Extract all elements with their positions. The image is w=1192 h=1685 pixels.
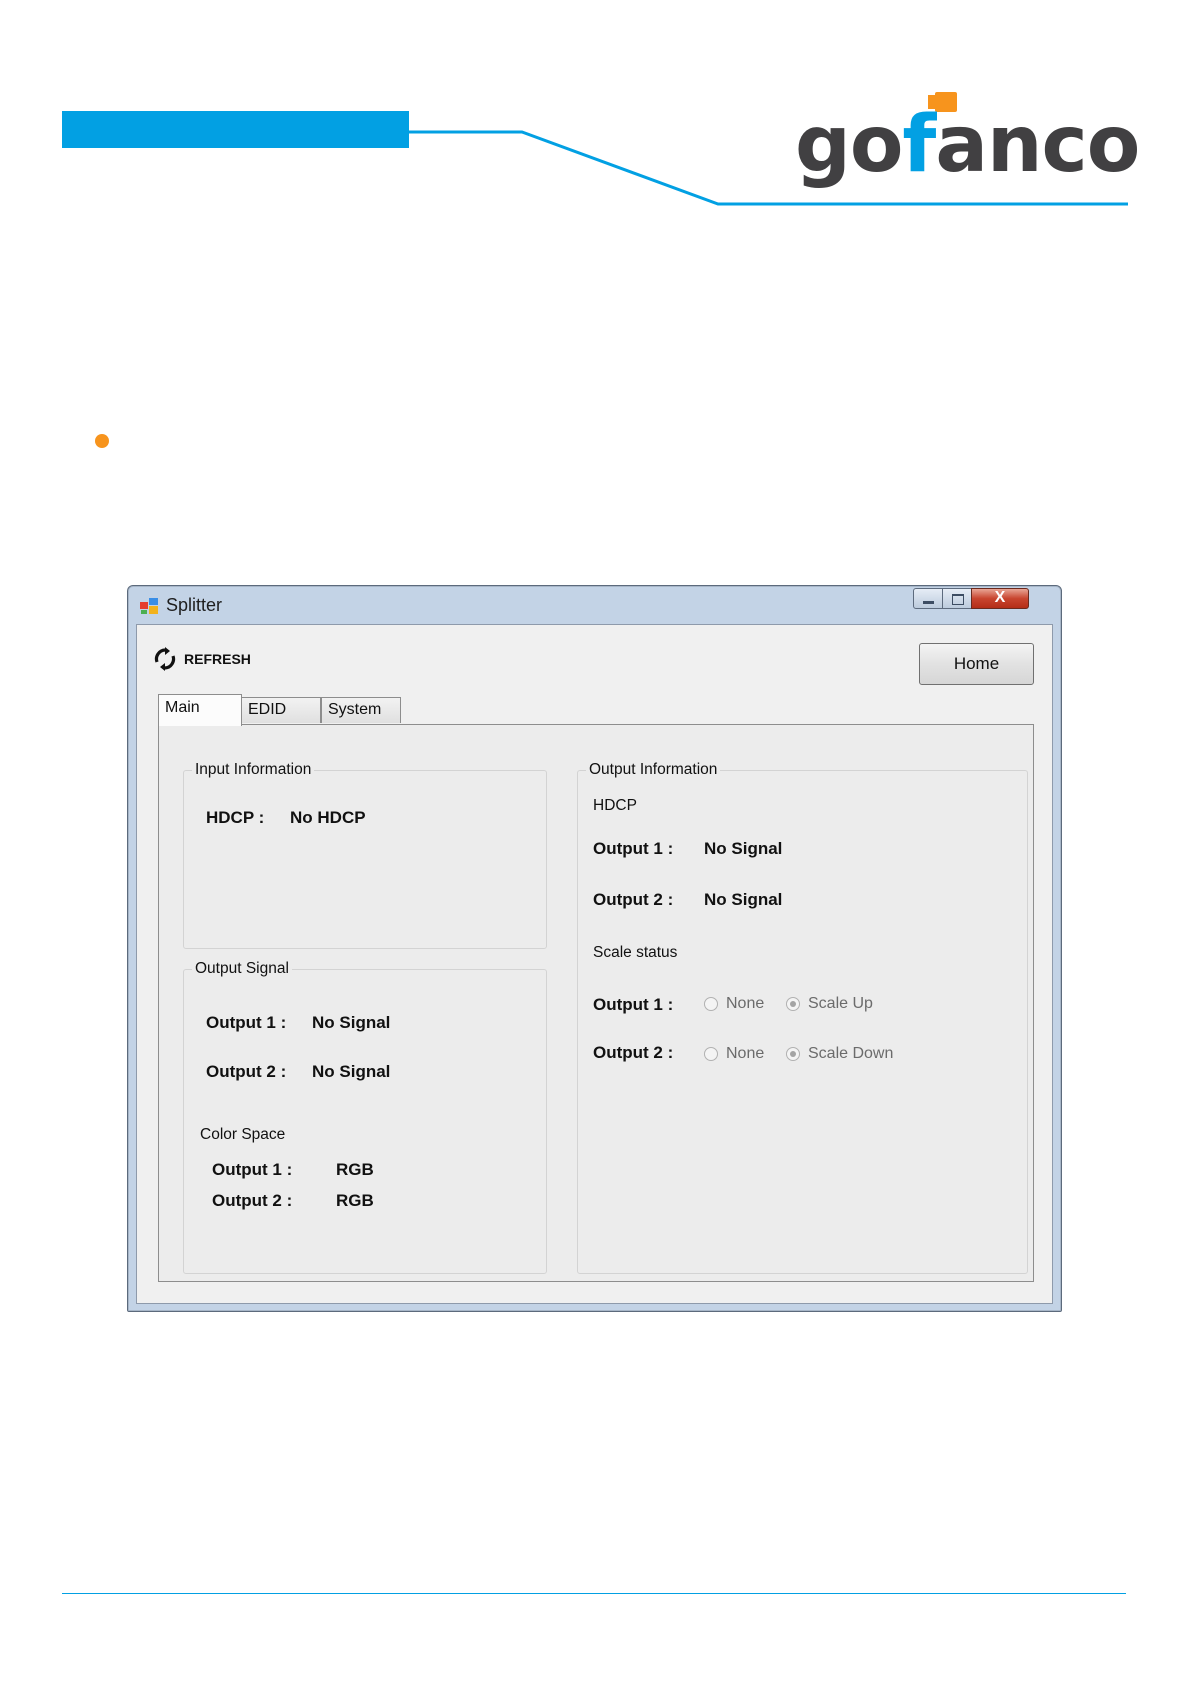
logo-text: gofanco xyxy=(795,100,1140,190)
scale-2-scale-down-radio[interactable]: Scale Down xyxy=(786,1045,893,1063)
radio-circle-icon xyxy=(704,997,718,1011)
scale-1-label: Output 1 : xyxy=(593,995,674,1014)
app-icon xyxy=(140,598,158,614)
color-space-title: Color Space xyxy=(200,1126,286,1143)
color-space-2-value: RGB xyxy=(336,1191,374,1210)
footer-divider xyxy=(62,1593,1126,1594)
input-information-title: Input Information xyxy=(192,761,315,779)
output-information-group: Output Information HDCP Output 1 : No Si… xyxy=(577,761,1028,1274)
home-button[interactable]: Home xyxy=(919,643,1034,685)
window-client-area: REFRESH Home Main EDID System Input Info… xyxy=(136,624,1053,1304)
color-space-1-label: Output 1 : xyxy=(212,1160,293,1179)
refresh-label: REFRESH xyxy=(184,651,251,667)
color-space-1-value: RGB xyxy=(336,1160,374,1179)
tab-edid[interactable]: EDID xyxy=(241,697,321,723)
splitter-window: Splitter X REFRESH Home Main EDID System… xyxy=(127,585,1062,1312)
minimize-icon xyxy=(923,601,934,604)
color-space-2-label: Output 2 : xyxy=(212,1191,293,1210)
bullet-dot-icon xyxy=(95,434,109,448)
refresh-button[interactable]: REFRESH xyxy=(154,647,251,671)
radio-selected-icon xyxy=(786,1047,800,1061)
tab-main[interactable]: Main xyxy=(158,694,242,726)
output-signal-2-label: Output 2 : xyxy=(206,1062,287,1081)
output-hdcp-1-label: Output 1 : xyxy=(593,839,674,858)
maximize-icon xyxy=(952,594,964,605)
logo-f: f xyxy=(902,100,936,190)
window-title: Splitter xyxy=(166,595,223,615)
radio-selected-icon xyxy=(786,997,800,1011)
header-accent-bar xyxy=(62,111,409,148)
scale-2-none-label: None xyxy=(726,1045,765,1062)
scale-1-scale-up-radio[interactable]: Scale Up xyxy=(786,995,873,1013)
output-information-title: Output Information xyxy=(586,761,721,779)
input-information-group: Input Information HDCP : No HDCP xyxy=(183,761,547,949)
scale-1-none-label: None xyxy=(726,995,765,1012)
close-icon: X xyxy=(994,589,1006,606)
output-hdcp-2-label: Output 2 : xyxy=(593,890,674,909)
radio-circle-icon xyxy=(704,1047,718,1061)
input-hdcp-label: HDCP : xyxy=(206,808,265,827)
tab-system[interactable]: System xyxy=(321,697,401,723)
output-signal-1-value: No Signal xyxy=(312,1013,391,1032)
scale-1-none-radio[interactable]: None xyxy=(704,995,764,1013)
maximize-button[interactable] xyxy=(942,588,972,609)
brand-logo: gofanco xyxy=(795,92,1140,190)
output-hdcp-title: HDCP xyxy=(593,797,637,814)
main-tab-panel: Input Information HDCP : No HDCP Output … xyxy=(158,724,1034,1282)
minimize-button[interactable] xyxy=(913,588,943,609)
close-button[interactable]: X xyxy=(971,588,1029,609)
output-hdcp-1-value: No Signal xyxy=(704,839,783,858)
input-hdcp-value: No HDCP xyxy=(290,808,366,827)
scale-2-scale-down-label: Scale Down xyxy=(808,1045,894,1062)
scale-2-label: Output 2 : xyxy=(593,1043,674,1062)
scale-1-scale-up-label: Scale Up xyxy=(808,995,873,1012)
window-titlebar[interactable]: Splitter X xyxy=(128,586,1061,624)
refresh-icon xyxy=(154,647,176,671)
output-signal-group: Output Signal Output 1 : No Signal Outpu… xyxy=(183,960,547,1274)
output-signal-1-label: Output 1 : xyxy=(206,1013,287,1032)
logo-anco: anco xyxy=(935,100,1140,190)
scale-status-title: Scale status xyxy=(593,944,678,961)
output-signal-title: Output Signal xyxy=(192,960,292,978)
output-signal-2-value: No Signal xyxy=(312,1062,391,1081)
logo-go: go xyxy=(795,100,903,190)
scale-2-none-radio[interactable]: None xyxy=(704,1045,764,1063)
output-hdcp-2-value: No Signal xyxy=(704,890,783,909)
